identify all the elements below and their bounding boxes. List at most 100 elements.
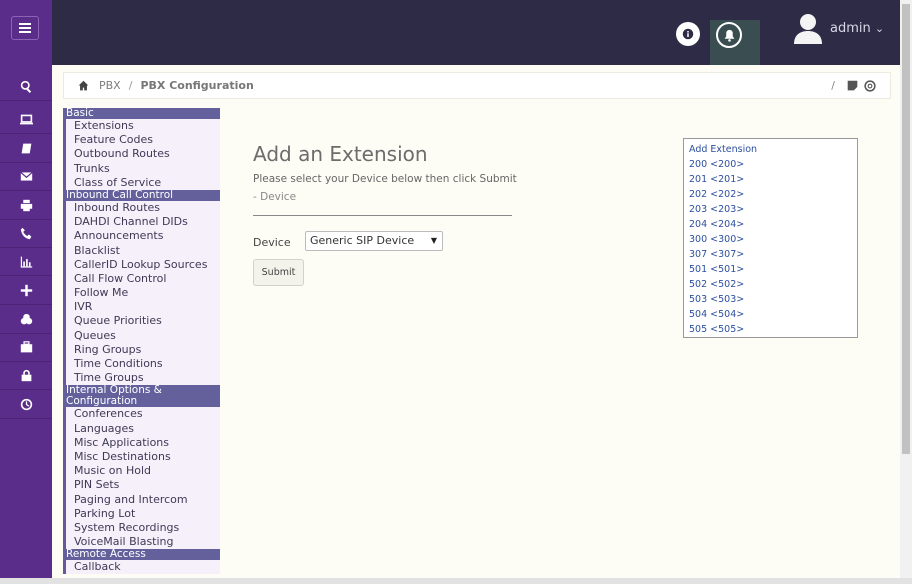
menu-item-misc-applications[interactable]: Misc Applications bbox=[63, 435, 220, 450]
breadcrumb-pbx[interactable]: PBX bbox=[99, 79, 121, 92]
menu-item-announcements[interactable]: Announcements bbox=[63, 229, 220, 244]
lock-icon bbox=[21, 369, 31, 382]
menu-item-trunks[interactable]: Trunks bbox=[63, 161, 220, 176]
menu-item-follow-me[interactable]: Follow Me bbox=[63, 286, 220, 301]
rail-item-mail[interactable] bbox=[0, 163, 52, 191]
rail-item-add[interactable] bbox=[0, 277, 52, 305]
hamburger-icon bbox=[19, 27, 31, 29]
submit-button[interactable]: Submit bbox=[253, 259, 304, 286]
breadcrumb-right-separator: / bbox=[831, 79, 835, 92]
note-icon[interactable] bbox=[847, 80, 858, 91]
menu-item-blacklist[interactable]: Blacklist bbox=[63, 243, 220, 258]
hamburger-menu-button[interactable] bbox=[11, 16, 39, 40]
menu-item-callerid-lookup-sources[interactable]: CallerID Lookup Sources bbox=[63, 257, 220, 272]
menu-item-system-recordings[interactable]: System Recordings bbox=[63, 520, 220, 536]
menu-item-queue-priorities[interactable]: Queue Priorities bbox=[63, 314, 220, 329]
extension-link[interactable]: 504 <504> bbox=[689, 307, 852, 322]
menu-item-callback[interactable]: Callback bbox=[63, 560, 220, 575]
search-icon bbox=[20, 80, 31, 93]
menu-item-ivr[interactable]: IVR bbox=[63, 300, 220, 315]
menu-category-basic: Basic bbox=[63, 108, 220, 119]
top-header: admin ⌄ bbox=[52, 0, 900, 65]
search-button[interactable] bbox=[0, 73, 52, 101]
avatar[interactable] bbox=[794, 12, 822, 44]
rail-item-briefcase[interactable] bbox=[0, 334, 52, 362]
phone-icon bbox=[20, 227, 31, 240]
menu-item-pin-sets[interactable]: PIN Sets bbox=[63, 478, 220, 493]
device-select[interactable]: Generic SIP Device ▼ bbox=[305, 231, 443, 251]
extension-link[interactable]: 503 <503> bbox=[689, 292, 852, 307]
extension-link[interactable]: 202 <202> bbox=[689, 187, 852, 202]
menu-item-call-flow-control[interactable]: Call Flow Control bbox=[63, 271, 220, 287]
vertical-scrollbar[interactable] bbox=[900, 0, 912, 584]
extension-link[interactable]: 502 <502> bbox=[689, 277, 852, 292]
extension-link[interactable]: 307 <307> bbox=[689, 247, 852, 262]
rail-item-monitor[interactable] bbox=[0, 106, 52, 134]
menu-item-languages[interactable]: Languages bbox=[63, 421, 220, 436]
extension-link[interactable]: 300 <300> bbox=[689, 232, 852, 247]
book-icon bbox=[21, 143, 31, 154]
menu-category-internal: Internal Options & Configuration bbox=[63, 385, 220, 408]
menu-item-class-of-service[interactable]: Class of Service bbox=[63, 175, 220, 190]
chevron-down-icon: ⌄ bbox=[874, 22, 885, 35]
breadcrumb-tools: / bbox=[831, 79, 876, 92]
mail-icon bbox=[19, 171, 33, 181]
info-icon bbox=[682, 28, 694, 40]
extension-link[interactable]: 501 <501> bbox=[689, 262, 852, 277]
dropdown-caret-icon: ▼ bbox=[430, 236, 437, 245]
rail-item-reports[interactable] bbox=[0, 248, 52, 276]
home-icon[interactable] bbox=[78, 80, 89, 91]
horizontal-scrollbar[interactable] bbox=[0, 578, 912, 584]
module-menu: Basic Extensions Feature Codes Outbound … bbox=[63, 108, 220, 575]
left-icon-rail bbox=[0, 0, 52, 584]
extension-link[interactable]: 505 <505> bbox=[689, 322, 852, 337]
menu-item-music-on-hold[interactable]: Music on Hold bbox=[63, 464, 220, 479]
extension-link[interactable]: 204 <204> bbox=[689, 217, 852, 232]
menu-item-dahdi-channel-dids[interactable]: DAHDI Channel DIDs bbox=[63, 215, 220, 230]
menu-item-paging-and-intercom[interactable]: Paging and Intercom bbox=[63, 492, 220, 507]
rail-item-history[interactable] bbox=[0, 391, 52, 419]
menu-item-feature-codes[interactable]: Feature Codes bbox=[63, 133, 220, 148]
rail-item-printer[interactable] bbox=[0, 192, 52, 220]
add-extension-link[interactable]: Add Extension bbox=[689, 142, 852, 157]
menu-item-misc-destinations[interactable]: Misc Destinations bbox=[63, 449, 220, 465]
info-button[interactable] bbox=[676, 22, 700, 46]
users-icon bbox=[20, 313, 32, 325]
rail-item-lock[interactable] bbox=[0, 362, 52, 390]
monitor-icon bbox=[19, 114, 33, 125]
menu-item-voicemail-blasting[interactable]: VoiceMail Blasting bbox=[63, 535, 220, 550]
menu-item-outbound-routes[interactable]: Outbound Routes bbox=[63, 147, 220, 162]
extension-list: Add Extension 200 <200> 201 <201> 202 <2… bbox=[683, 138, 858, 338]
menu-item-conferences[interactable]: Conferences bbox=[63, 407, 220, 422]
chart-icon bbox=[20, 256, 32, 268]
scrollbar-thumb[interactable] bbox=[902, 4, 910, 454]
menu-item-time-groups[interactable]: Time Groups bbox=[63, 371, 220, 386]
extension-link[interactable]: 201 <201> bbox=[689, 172, 852, 187]
menu-item-parking-lot[interactable]: Parking Lot bbox=[63, 506, 220, 521]
rail-item-phone[interactable] bbox=[0, 220, 52, 248]
menu-item-time-conditions[interactable]: Time Conditions bbox=[63, 357, 220, 372]
rail-item-book[interactable] bbox=[0, 135, 52, 163]
menu-category-inbound: Inbound Call Control bbox=[63, 189, 220, 201]
menu-item-queues[interactable]: Queues bbox=[63, 328, 220, 343]
section-divider bbox=[253, 215, 512, 216]
bell-icon bbox=[724, 29, 734, 42]
form-instructions: Please select your Device below then cli… bbox=[253, 173, 517, 185]
user-menu[interactable]: admin ⌄ bbox=[830, 21, 884, 36]
extension-link[interactable]: 203 <203> bbox=[689, 202, 852, 217]
help-lifebuoy-icon[interactable] bbox=[864, 79, 876, 92]
notifications-button[interactable] bbox=[716, 22, 742, 48]
breadcrumb: PBX / PBX Configuration / bbox=[63, 72, 891, 99]
menu-category-remote-access: Remote Access bbox=[63, 549, 220, 561]
rail-item-users[interactable] bbox=[0, 306, 52, 334]
briefcase-icon bbox=[20, 341, 32, 353]
menu-item-inbound-routes[interactable]: Inbound Routes bbox=[63, 200, 220, 216]
user-name: admin bbox=[830, 21, 871, 36]
menu-item-extensions[interactable]: Extensions bbox=[63, 119, 220, 134]
device-label: Device bbox=[253, 236, 291, 249]
printer-icon bbox=[20, 199, 32, 212]
page-title: Add an Extension bbox=[253, 142, 428, 166]
menu-item-ring-groups[interactable]: Ring Groups bbox=[63, 342, 220, 357]
extension-link[interactable]: 200 <200> bbox=[689, 157, 852, 172]
section-heading-device: - Device bbox=[253, 191, 297, 203]
